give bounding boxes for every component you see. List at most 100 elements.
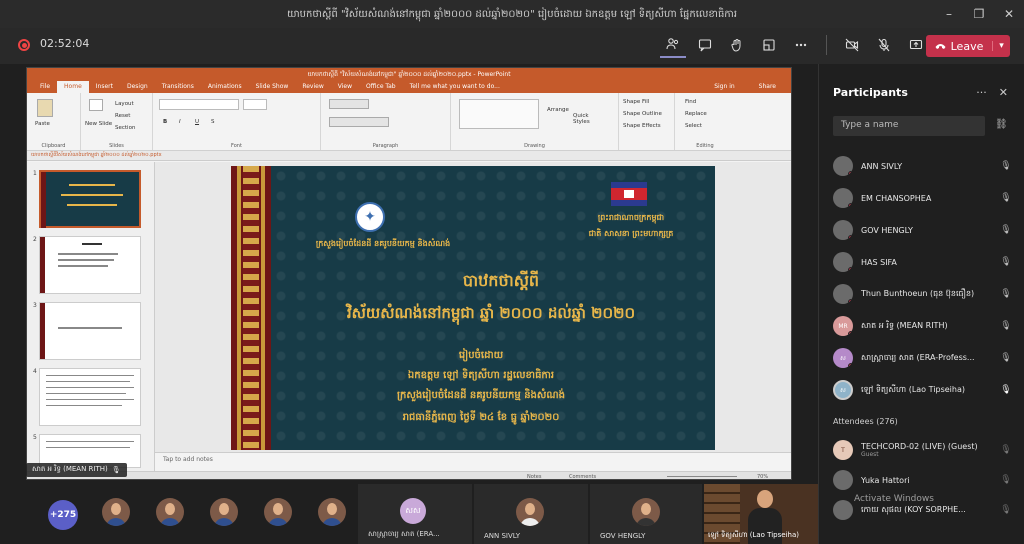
- camera-off-icon[interactable]: [839, 32, 865, 58]
- slide-ministry: ក្រសួងរៀបចំដែនដី នគរូបនីយកម្ម និងសំណង់: [315, 239, 451, 248]
- select-button[interactable]: Select: [685, 123, 702, 129]
- gallery-tile[interactable]: GOV HENGLY: [590, 484, 702, 544]
- slide-number: 1: [33, 170, 37, 177]
- zoom-level[interactable]: 70%: [757, 474, 768, 480]
- paste-icon[interactable]: [37, 99, 53, 117]
- list-item[interactable]: ស ឡៅ ទិត្យសីហា (Lao Tipseiha) 🎙: [833, 378, 1013, 402]
- tab-view[interactable]: View: [331, 81, 359, 93]
- list-item[interactable]: T TECHCORD-02 (LIVE) (Guest) Guest 🎙: [833, 436, 1013, 464]
- notes-button[interactable]: Notes: [527, 474, 541, 480]
- more-participants-count[interactable]: +275: [48, 500, 78, 530]
- ppt-statusbar: Notes Comments 70%: [27, 471, 791, 480]
- document-tab[interactable]: យាបកថាស្តីពីវិស័យសំណង់នៅកម្ពុជា ឆ្នាំ២០០…: [27, 151, 791, 161]
- mic-off-icon[interactable]: [871, 32, 897, 58]
- slide-thumbnail-1[interactable]: [39, 170, 141, 228]
- participants-panel: Participants ··· ✕ Type a name ⛓ ANN SIV…: [818, 64, 1024, 544]
- quick-styles-button[interactable]: Quick Styles: [573, 113, 593, 125]
- gallery-tile[interactable]: សស សាស្រ្តាចារ្យ សាត (ERA...: [358, 484, 472, 544]
- chat-icon[interactable]: [692, 32, 718, 58]
- avatar: [833, 500, 853, 520]
- tab-home[interactable]: Home: [57, 81, 89, 93]
- minimize-icon[interactable]: –: [934, 0, 964, 28]
- tab-slide-show[interactable]: Slide Show: [249, 81, 296, 93]
- ministry-logo-icon: ✦: [355, 202, 385, 232]
- new-slide-icon[interactable]: [89, 99, 103, 111]
- participants-icon[interactable]: [660, 32, 686, 58]
- tab-review[interactable]: Review: [295, 81, 330, 93]
- slide-thumbnail-2[interactable]: [39, 236, 141, 294]
- tab-insert[interactable]: Insert: [89, 81, 120, 93]
- replace-button[interactable]: Replace: [685, 111, 707, 117]
- italic-icon[interactable]: I: [179, 119, 181, 125]
- shapes-gallery[interactable]: [459, 99, 539, 129]
- list-item[interactable]: Yuka Hattori 🎙: [833, 468, 1013, 492]
- shape-effects-button[interactable]: Shape Effects: [623, 123, 661, 129]
- attendees-header[interactable]: Attendees (276): [833, 417, 898, 426]
- section-button[interactable]: Section: [115, 125, 135, 131]
- list-item[interactable]: Thun Bunthoeun (ធុន ប៊ុនធឿន) 🎙: [833, 282, 1013, 306]
- restore-icon[interactable]: ❐: [964, 0, 994, 28]
- zoom-slider[interactable]: [667, 476, 737, 477]
- close-icon[interactable]: ✕: [994, 0, 1024, 28]
- list-item[interactable]: EM CHANSOPHEA 🎙: [833, 186, 1013, 210]
- toolbar-divider: [826, 35, 827, 55]
- avatar[interactable]: [210, 498, 238, 526]
- new-slide-button[interactable]: New Slide: [85, 121, 112, 127]
- leave-button-main[interactable]: Leave: [926, 40, 992, 53]
- align-icons[interactable]: [329, 117, 389, 127]
- tab-transitions[interactable]: Transitions: [155, 81, 201, 93]
- slide-thumbnail-4[interactable]: [39, 368, 141, 426]
- avatar[interactable]: [264, 498, 292, 526]
- tab-animations[interactable]: Animations: [201, 81, 249, 93]
- chevron-down-icon[interactable]: ▾: [992, 41, 1010, 51]
- slide-thumbnail-3[interactable]: [39, 302, 141, 360]
- find-button[interactable]: Find: [685, 99, 696, 105]
- avatar[interactable]: [156, 498, 184, 526]
- shadow-icon[interactable]: S: [211, 119, 215, 125]
- more-options-icon[interactable]: ···: [976, 86, 987, 99]
- list-item[interactable]: HAS SIFA 🎙: [833, 250, 1013, 274]
- tab-office-tab[interactable]: Office Tab: [359, 81, 403, 93]
- participant-name: ANN SIVLY: [861, 161, 903, 171]
- reset-button[interactable]: Reset: [115, 113, 130, 119]
- notes-pane[interactable]: Tap to add notes: [155, 452, 791, 471]
- tab-design[interactable]: Design: [120, 81, 155, 93]
- more-icon[interactable]: [788, 32, 814, 58]
- underline-icon[interactable]: U: [195, 119, 199, 125]
- current-slide[interactable]: ✦ ក្រសួងរៀបចំដែនដី នគរូបនីយកម្ម និងសំណង់…: [231, 166, 715, 450]
- bold-icon[interactable]: B: [163, 119, 167, 125]
- list-item[interactable]: GOV HENGLY 🎙: [833, 218, 1013, 242]
- share-invite-icon[interactable]: ⛓: [995, 119, 1008, 130]
- avatar: ស: [833, 348, 853, 368]
- shape-fill-button[interactable]: Shape Fill: [623, 99, 649, 105]
- close-panel-icon[interactable]: ✕: [999, 86, 1008, 99]
- list-item[interactable]: MR សាត អ រិទ្ធ (MEAN RITH) 🎙: [833, 314, 1013, 338]
- cambodia-flag-icon: [611, 182, 647, 206]
- layout-button[interactable]: Layout: [115, 101, 134, 107]
- tab-file[interactable]: File: [33, 81, 57, 93]
- sign-in-link[interactable]: Sign in: [707, 81, 741, 93]
- list-item[interactable]: ANN SIVLY 🎙: [833, 154, 1013, 178]
- comments-button[interactable]: Comments: [569, 474, 596, 480]
- mic-off-icon: 🎙: [1000, 475, 1012, 485]
- font-size-box[interactable]: [243, 99, 267, 110]
- raise-hand-icon[interactable]: [724, 32, 750, 58]
- avatar[interactable]: [102, 498, 130, 526]
- speaker-video-tile[interactable]: ឡៅ ទិត្យសីហា (Lao Tipseiha): [704, 484, 818, 544]
- ppt-title: យាបកថាស្តីពី "វិស័យសំណង់នៅកម្ពុជា" ឆ្នាំ…: [307, 70, 511, 78]
- bullets-icon[interactable]: [329, 99, 369, 109]
- font-family-box[interactable]: [159, 99, 239, 110]
- speaker-video-name: ឡៅ ទិត្យសីហា (Lao Tipseiha): [708, 531, 799, 539]
- arrange-button[interactable]: Arrange: [547, 107, 569, 113]
- paste-button[interactable]: Paste: [35, 121, 50, 127]
- group-label-editing: Editing: [696, 143, 714, 149]
- participant-search-input[interactable]: Type a name: [833, 116, 985, 136]
- shape-outline-button[interactable]: Shape Outline: [623, 111, 662, 117]
- avatar[interactable]: [318, 498, 346, 526]
- rooms-icon[interactable]: [756, 32, 782, 58]
- gallery-tile[interactable]: ANN SIVLY: [474, 484, 588, 544]
- share-button[interactable]: Share: [752, 81, 783, 93]
- tell-me-box[interactable]: Tell me what you want to do...: [403, 81, 507, 93]
- leave-button[interactable]: Leave ▾: [926, 35, 1010, 57]
- list-item[interactable]: ស សាស្រ្តាចារ្យ សាត (ERA-Profess... 🎙: [833, 346, 1013, 370]
